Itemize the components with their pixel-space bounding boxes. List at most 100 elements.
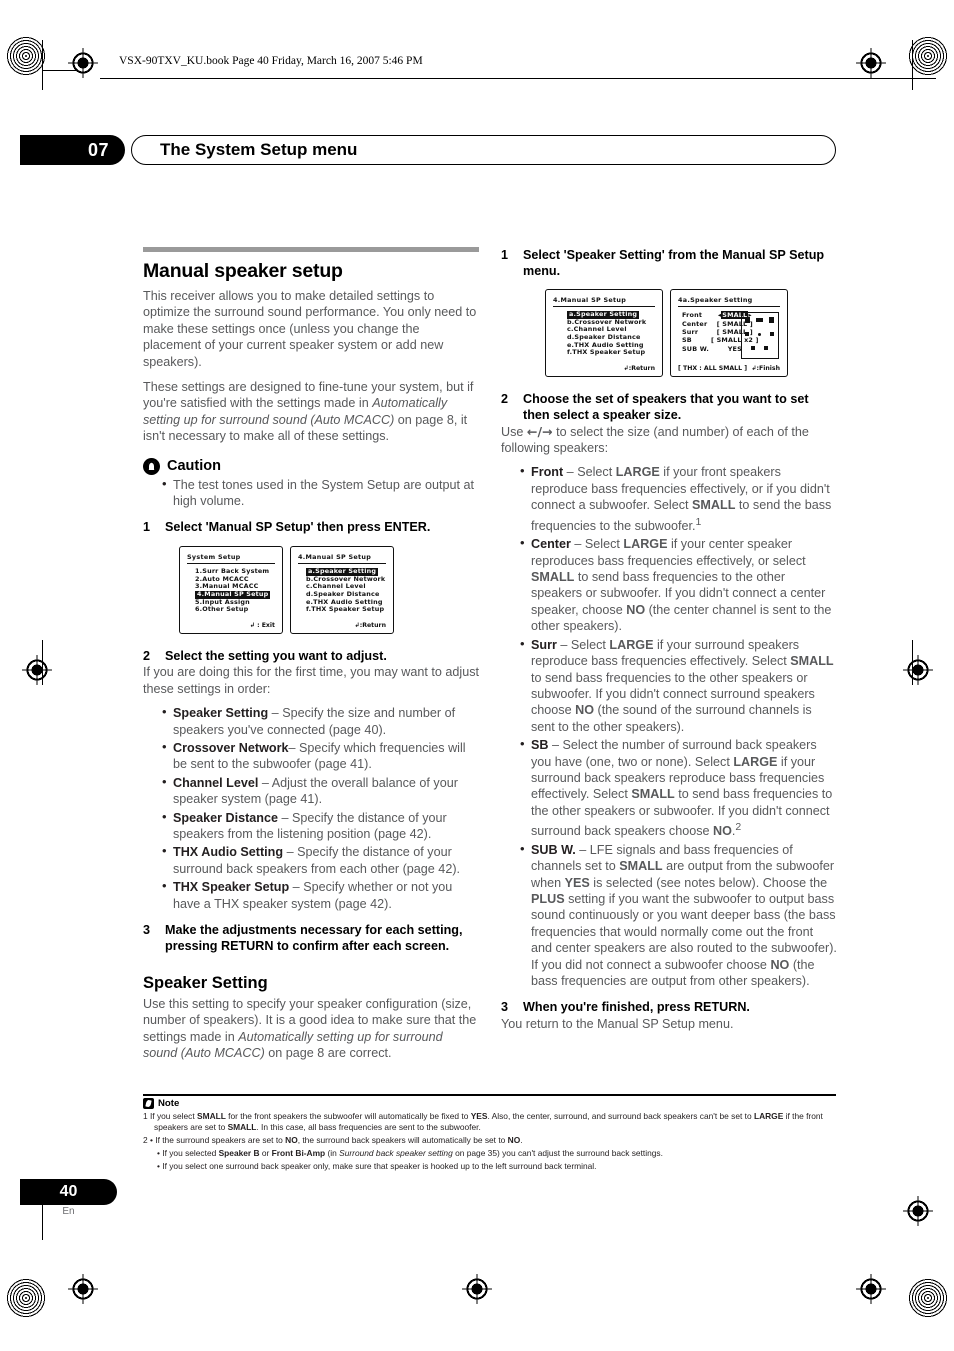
osd-item: 6.Other Setup xyxy=(195,605,249,614)
crop-line-top xyxy=(42,70,78,71)
footnote-rule xyxy=(143,1094,836,1097)
osd-manual-sp-items: a.Speaker Setting b.Crossover Network c.… xyxy=(298,568,386,614)
note-label: Note xyxy=(158,1098,180,1110)
osd-system-setup-items: 1.Surr Back System 2.Auto MCACC 3.Manual… xyxy=(187,568,275,614)
osd-manual-sp-title: 4.Manual SP Setup xyxy=(553,295,627,304)
left-step-2-body: If you are doing this for the first time… xyxy=(143,665,479,696)
left-step-2-text: Select the setting you want to adjust. xyxy=(165,648,387,663)
right-step-3-number: 3 xyxy=(501,1000,509,1015)
step2-body-a: Use xyxy=(501,424,527,439)
bullet-desc: – Select LARGE if your surround speakers… xyxy=(531,637,834,734)
list-item: Channel Level – Adjust the overall balan… xyxy=(162,774,479,808)
osd-item: f.THX Speaker Setup xyxy=(306,605,385,614)
registration-mark-bottom-right xyxy=(856,1274,886,1304)
speaker-front-right-icon xyxy=(769,316,774,323)
bullet-term: Channel Level xyxy=(173,775,259,790)
chapter-number: 07 xyxy=(20,135,125,165)
caution-header: Caution xyxy=(143,457,479,475)
left-column: Manual speaker setup This receiver allow… xyxy=(143,247,479,1070)
page-number: 40 xyxy=(20,1179,117,1205)
bullet-term: Center xyxy=(531,537,571,552)
left-step-2: 2 Select the setting you want to adjust. xyxy=(143,648,479,664)
right-step-2-number: 2 xyxy=(501,391,509,406)
footnote-2c: • If you select one surround back speake… xyxy=(157,1160,597,1171)
note-pencil-icon xyxy=(143,1098,154,1110)
right-step-1-text: Select 'Speaker Setting' from the Manual… xyxy=(523,248,825,279)
bullet-term: Crossover Network xyxy=(173,740,289,755)
bullet-term: Speaker Distance xyxy=(173,810,279,825)
left-step-3-number: 3 xyxy=(143,922,151,937)
subsection-body: Use this setting to specify your speaker… xyxy=(143,996,479,1062)
speaker-surround-left-icon xyxy=(745,331,749,336)
footnote-2: 2 • If the surround speakers are set to … xyxy=(143,1134,523,1145)
osd-system-setup: System Setup 1.Surr Back System 2.Auto M… xyxy=(179,545,283,634)
osd-item: f.THX Speaker Setup xyxy=(567,348,646,357)
osd-manual-sp-footer: ↲:Return xyxy=(354,621,386,629)
halftone-patch-bottom-right xyxy=(908,1278,948,1318)
osd-divider xyxy=(678,305,780,308)
registration-mark-mid-left xyxy=(22,655,52,685)
footnote-block: Note 1 If you select SMALL for the front… xyxy=(143,1094,836,1172)
crop-line-left-mid xyxy=(42,640,43,685)
list-item: Front – Select LARGE if your front speak… xyxy=(520,463,837,534)
crop-line-left xyxy=(42,40,43,90)
intro-paragraph-2: These settings are designed to fine-tune… xyxy=(143,379,479,445)
bullet-desc: – Select the number of surround back spe… xyxy=(531,738,833,839)
halftone-patch-top-left xyxy=(6,36,46,76)
chapter-title: The System Setup menu xyxy=(131,135,836,165)
list-item: SUB W. – LFE signals and bass frequencie… xyxy=(520,841,837,990)
caution-hand-icon xyxy=(143,457,160,475)
registration-mark-bottom-right-inner xyxy=(903,1196,933,1226)
speaker-layout-diagram xyxy=(741,311,779,359)
osd-speaker-setting-title: 4a.Speaker Setting xyxy=(678,295,753,304)
right-step-2-body: Use ←/→ to select the size (and number) … xyxy=(501,424,837,457)
chapter-title-label: The System Setup menu xyxy=(160,140,358,159)
osd-manual-sp-setup-2: 4.Manual SP Setup a.Speaker Setting b.Cr… xyxy=(545,288,663,377)
crop-line-right-mid xyxy=(912,640,913,685)
intro-paragraph-1: This receiver allows you to make detaile… xyxy=(143,289,477,369)
registration-mark-bottom-left xyxy=(68,1274,98,1304)
osd-manual-sp-items: a.Speaker Setting b.Crossover Network c.… xyxy=(553,311,655,357)
bullet-term: SUB W. xyxy=(531,842,576,857)
osd-manual-sp-title: 4.Manual SP Setup xyxy=(298,552,372,561)
left-step-3-text: Make the adjustments necessary for each … xyxy=(165,922,463,954)
osd-screenshot-pair-2: 4.Manual SP Setup a.Speaker Setting b.Cr… xyxy=(545,288,837,377)
left-step-3: 3 Make the adjustments necessary for eac… xyxy=(143,922,479,955)
footnote-2b: • If you selected Speaker B or Front Bi-… xyxy=(157,1147,663,1158)
left-right-arrow-icon: ←/→ xyxy=(526,423,553,439)
speaker-back-right-icon xyxy=(764,345,768,350)
bullet-term: SB xyxy=(531,738,549,753)
bullet-desc: – LFE signals and bass frequencies of ch… xyxy=(531,842,837,988)
right-step-2-text: Choose the set of speakers that you want… xyxy=(523,391,809,423)
bullet-term: Surr xyxy=(531,637,557,652)
running-head-rule xyxy=(100,78,936,79)
speaker-front-left-icon xyxy=(745,316,750,323)
section-title: Manual speaker setup xyxy=(143,260,343,282)
subsection-title: Speaker Setting xyxy=(143,973,268,992)
footnote-1: 1 If you select SMALL for the front spea… xyxy=(143,1110,823,1133)
caution-label: Caution xyxy=(167,458,221,475)
right-step-3-body: You return to the Manual SP Setup menu. xyxy=(501,1016,734,1031)
registration-mark-bottom-center xyxy=(462,1274,492,1304)
running-head: VSX-90TXV_KU.book Page 40 Friday, March … xyxy=(119,55,423,67)
halftone-patch-bottom-left xyxy=(6,1278,46,1318)
right-step-2: 2 Choose the set of speakers that you wa… xyxy=(501,391,837,424)
right-step-3: 3 When you're finished, press RETURN. xyxy=(501,999,837,1015)
speaker-label: Surr xyxy=(682,328,699,337)
listener-icon xyxy=(758,332,761,336)
osd-speaker-setting: 4a.Speaker Setting Front ◂SMALL▸ Center … xyxy=(670,288,788,377)
registration-mark-mid-right xyxy=(903,655,933,685)
registration-mark-top-right xyxy=(856,48,886,78)
list-item: THX Audio Setting – Specify the distance… xyxy=(162,843,479,877)
list-item: THX Speaker Setup – Specify whether or n… xyxy=(162,878,479,912)
left-step-1-number: 1 xyxy=(143,520,151,535)
crop-line-right xyxy=(912,40,913,90)
left-step-1-text: Select 'Manual SP Setup' then press ENTE… xyxy=(165,520,431,535)
list-item: Surr – Select LARGE if your surround spe… xyxy=(520,636,837,735)
right-step-1: 1 Select 'Speaker Setting' from the Manu… xyxy=(501,247,837,280)
left-step-1: 1 Select 'Manual SP Setup' then press EN… xyxy=(143,519,479,535)
registration-mark-top-left xyxy=(68,48,98,78)
page-language: En xyxy=(62,1206,75,1217)
right-step-3-text: When you're finished, press RETURN. xyxy=(523,1000,750,1015)
osd-screenshot-pair-1: System Setup 1.Surr Back System 2.Auto M… xyxy=(179,545,479,634)
